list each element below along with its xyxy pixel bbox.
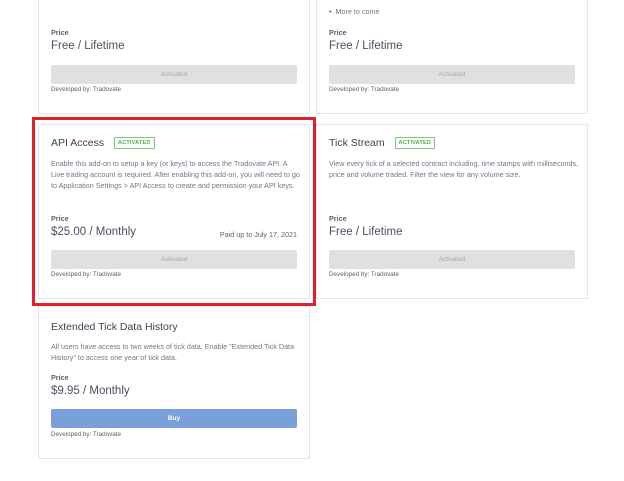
price-label: Price	[329, 214, 347, 223]
card-title: Extended Tick Data History	[51, 321, 178, 333]
price-value: Free / Lifetime	[329, 40, 403, 52]
addon-card-tick-stream: Tick Stream ACTIVATED View every tick of…	[316, 124, 588, 299]
card-description: View every tick of a selected contract i…	[329, 159, 579, 180]
price-value: $25.00 / Monthly	[51, 226, 137, 238]
developer-label: Developed by: Tradovate	[329, 86, 400, 93]
price-label: Price	[51, 214, 69, 223]
addon-card-top-left: Price Free / Lifetime Activated Develope…	[38, 0, 310, 114]
card-title-row: Tick Stream ACTIVATED	[329, 137, 436, 150]
card-title: API Access	[51, 137, 105, 149]
card-description: Enable this add-on to setup a key (or ke…	[51, 159, 300, 191]
addon-card-top-right: More to come Price Free / Lifetime Activ…	[316, 0, 588, 114]
activated-button[interactable]: Activated	[51, 250, 297, 269]
activated-badge: ACTIVATED	[114, 137, 155, 150]
card-description: All users have access to two weeks of ti…	[51, 342, 295, 363]
price-label: Price	[51, 28, 69, 37]
feature-bullet: More to come	[329, 7, 380, 16]
developer-label: Developed by: Tradovate	[51, 431, 122, 438]
price-label: Price	[51, 373, 69, 382]
activated-button[interactable]: Activated	[329, 250, 575, 269]
developer-label: Developed by: Tradovate	[329, 271, 400, 278]
addon-card-api-access: API Access ACTIVATED Enable this add-on …	[38, 124, 310, 299]
card-title-row: API Access ACTIVATED	[51, 137, 155, 150]
price-value: $9.95 / Monthly	[51, 385, 130, 397]
addon-card-extended-tick-data: Extended Tick Data History All users hav…	[38, 306, 310, 459]
buy-button[interactable]: Buy	[51, 409, 297, 428]
developer-label: Developed by: Tradovate	[51, 86, 122, 93]
paid-up-label: Paid up to July 17, 2021	[219, 230, 297, 239]
price-label: Price	[329, 28, 347, 37]
activated-button[interactable]: Activated	[51, 65, 297, 84]
activated-badge: ACTIVATED	[394, 137, 436, 150]
developer-label: Developed by: Tradovate	[51, 271, 122, 278]
activated-button[interactable]: Activated	[329, 65, 575, 84]
price-value: Free / Lifetime	[329, 226, 403, 238]
price-value: Free / Lifetime	[51, 40, 125, 52]
card-title: Tick Stream	[329, 137, 385, 149]
